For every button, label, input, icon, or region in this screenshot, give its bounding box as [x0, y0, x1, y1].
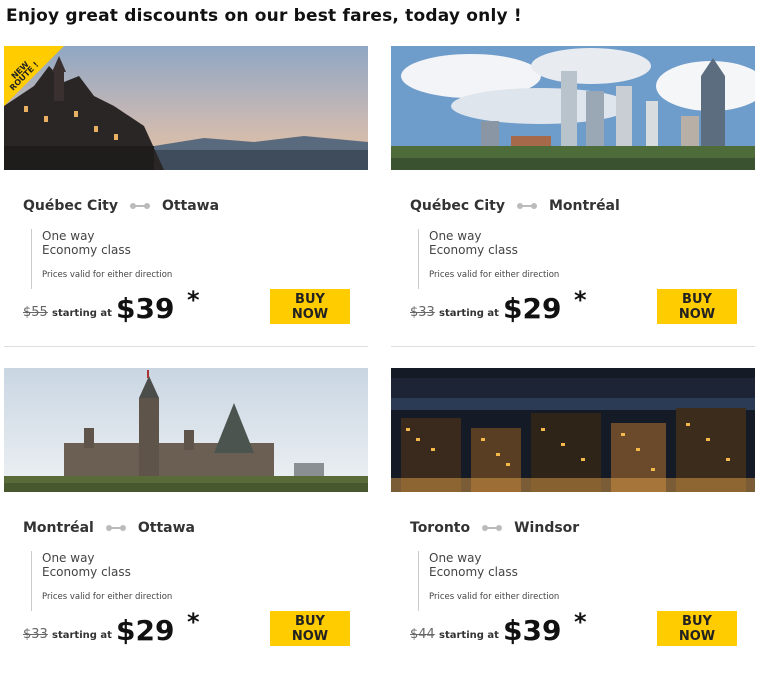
route-photo	[391, 368, 755, 492]
buy-now-button[interactable]: BUY NOW	[657, 289, 737, 324]
starting-at-label: starting at	[52, 630, 112, 641]
route-title: Québec City Ottawa	[23, 198, 219, 214]
route-photo	[391, 46, 755, 170]
price-asterisk: *	[574, 286, 587, 314]
route-title: Montréal Ottawa	[23, 520, 195, 536]
current-price: $39	[503, 614, 562, 647]
route-connector-icon	[516, 198, 537, 214]
route-connector-icon	[105, 520, 126, 536]
price-row: $55 starting at $39 *	[23, 286, 233, 328]
trip-type: One way	[42, 551, 95, 565]
destination-city: Ottawa	[161, 198, 220, 214]
card-divider	[4, 346, 368, 347]
fare-class: Economy class	[429, 565, 518, 579]
starting-at-label: starting at	[439, 630, 499, 641]
route-title: Toronto Windsor	[410, 520, 579, 536]
ottawa-parliament-photo	[4, 368, 368, 492]
route-connector-icon	[482, 520, 503, 536]
origin-city: Québec City	[410, 198, 505, 214]
fare-note: Prices valid for either direction	[429, 592, 560, 602]
current-price: $29	[116, 614, 175, 647]
price-row: $44 starting at $39 *	[410, 608, 620, 650]
price-asterisk: *	[187, 286, 200, 314]
trip-type: One way	[42, 229, 95, 243]
price-row: $33 starting at $29 *	[410, 286, 620, 328]
buy-now-button[interactable]: BUY NOW	[270, 289, 350, 324]
old-price: $33	[23, 627, 48, 642]
fare-note: Prices valid for either direction	[429, 270, 560, 280]
trip-type: One way	[429, 551, 482, 565]
fare-note: Prices valid for either direction	[42, 592, 173, 602]
fare-class: Economy class	[42, 243, 131, 257]
fare-class: Economy class	[429, 243, 518, 257]
fare-card: Toronto Windsor One way Economy class Pr…	[391, 368, 755, 682]
old-price: $33	[410, 305, 435, 320]
fare-note: Prices valid for either direction	[42, 270, 173, 280]
origin-city: Toronto	[410, 520, 471, 536]
trip-type: One way	[429, 229, 482, 243]
fare-card: Montréal Ottawa One way Economy class Pr…	[4, 368, 368, 682]
route-connector-icon	[129, 198, 150, 214]
fare-details: One way Economy class Prices valid for e…	[31, 229, 172, 289]
destination-city: Montréal	[548, 198, 620, 214]
buy-now-button[interactable]: BUY NOW	[657, 611, 737, 646]
card-divider	[391, 346, 755, 347]
price-asterisk: *	[574, 608, 587, 636]
montreal-skyline-photo	[391, 46, 755, 170]
fare-details: One way Economy class Prices valid for e…	[31, 551, 172, 611]
fare-class: Economy class	[42, 565, 131, 579]
starting-at-label: starting at	[52, 308, 112, 319]
buy-now-button[interactable]: BUY NOW	[270, 611, 350, 646]
fare-details: One way Economy class Prices valid for e…	[418, 229, 559, 289]
windsor-night-city-photo	[391, 368, 755, 492]
new-route-banner: NEW ROUTE !	[4, 46, 64, 106]
destination-city: Ottawa	[137, 520, 195, 536]
fare-card: NEW ROUTE ! Québec City Ottawa One way E…	[4, 46, 368, 360]
fare-details: One way Economy class Prices valid for e…	[418, 551, 559, 611]
fare-card: Québec City Montréal One way Economy cla…	[391, 46, 755, 360]
old-price: $55	[23, 305, 48, 320]
destination-city: Windsor	[514, 520, 580, 536]
old-price: $44	[410, 627, 435, 642]
current-price: $39	[116, 292, 175, 325]
current-price: $29	[503, 292, 562, 325]
page-headline: Enjoy great discounts on our best fares,…	[6, 6, 522, 26]
price-row: $33 starting at $29 *	[23, 608, 233, 650]
origin-city: Montréal	[23, 520, 94, 536]
route-title: Québec City Montréal	[410, 198, 620, 214]
price-asterisk: *	[187, 608, 200, 636]
route-photo	[4, 368, 368, 492]
starting-at-label: starting at	[439, 308, 499, 319]
origin-city: Québec City	[23, 198, 118, 214]
